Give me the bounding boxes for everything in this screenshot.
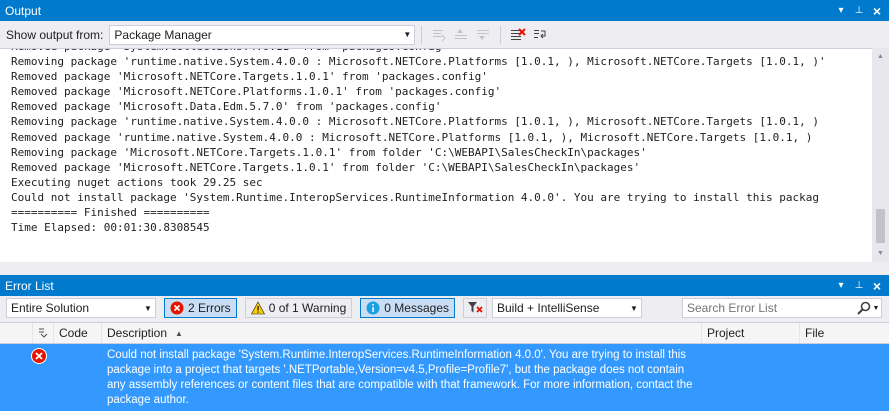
output-line: Removing package 'runtime.native.System.…: [11, 55, 826, 69]
search-input[interactable]: [683, 299, 855, 317]
chevron-down-icon: ▼: [630, 303, 638, 313]
scope-value: Entire Solution: [11, 301, 90, 315]
row-code: [54, 344, 102, 411]
error-icon: [170, 301, 184, 315]
output-line: Time Elapsed: 00:01:30.8308545: [11, 221, 210, 235]
output-line: Removed package 'Microsoft.NETCore.Targe…: [11, 160, 641, 174]
build-intellisense-value: Build + IntelliSense: [497, 301, 600, 315]
scope-dropdown[interactable]: Entire Solution ▼: [6, 298, 156, 318]
output-vertical-scrollbar[interactable]: ▲ ▼: [872, 48, 889, 262]
window-dropdown-icon[interactable]: ▾: [833, 278, 849, 294]
errors-filter-button[interactable]: 2 Errors: [164, 298, 237, 318]
chevron-down-icon: ▼: [403, 30, 412, 39]
filter-icon: [467, 301, 483, 315]
previous-message-icon[interactable]: [450, 25, 472, 45]
column-header-category-icon[interactable]: [33, 323, 54, 343]
output-line: Executing nuget actions took 29.25 sec: [11, 175, 263, 189]
error-list-toolbar: Entire Solution ▼ 2 Errors 0 of 1 Warnin…: [0, 296, 889, 320]
output-line: Removing package 'runtime.native.System.…: [11, 115, 819, 129]
output-line: Removed package 'runtime.native.System.4…: [11, 130, 813, 144]
search-icon[interactable]: ▼: [855, 301, 881, 315]
output-line: ========== Finished ==========: [11, 206, 210, 220]
column-header-description[interactable]: Description ▲: [102, 323, 702, 343]
scroll-down-arrow-icon[interactable]: ▼: [872, 245, 889, 262]
output-log-text: Removed package 'System.Collections.4.0.…: [0, 49, 872, 235]
output-line: Removing package 'Microsoft.NETCore.Targ…: [11, 145, 647, 159]
output-line: Removed package 'Microsoft.NETCore.Platf…: [11, 85, 502, 99]
info-icon: [366, 301, 380, 315]
search-error-list-box[interactable]: ▼: [682, 298, 882, 318]
show-output-from-label: Show output from:: [6, 27, 104, 42]
output-line: Removed package 'Microsoft.Data.Edm.5.7.…: [11, 100, 442, 114]
errors-count-label: 2 Errors: [188, 301, 231, 315]
output-toolbar: Show output from: Package Manager ▼: [0, 21, 889, 48]
output-horizontal-scrollbar[interactable]: [0, 262, 889, 272]
output-source-dropdown[interactable]: Package Manager ▼: [109, 24, 416, 45]
pin-icon[interactable]: ⊥: [851, 3, 867, 19]
scroll-up-arrow-icon[interactable]: ▲: [872, 48, 889, 65]
scrollbar-thumb[interactable]: [876, 209, 885, 243]
output-source-value: Package Manager: [114, 27, 212, 42]
warnings-count-label: 0 of 1 Warning: [268, 301, 347, 315]
table-row[interactable]: Could not install package 'System.Runtim…: [0, 344, 889, 411]
pin-icon[interactable]: ⊥: [851, 278, 867, 294]
next-message-icon[interactable]: [472, 25, 494, 45]
error-list-window-buttons: ▾ ⊥ ×: [831, 275, 889, 296]
sort-ascending-icon: ▲: [175, 328, 183, 338]
error-list-title-bar: Error List ▾ ⊥ ×: [0, 275, 889, 296]
filter-toggle-button[interactable]: [463, 298, 487, 318]
column-header-icon[interactable]: [0, 323, 33, 343]
build-intellisense-dropdown[interactable]: Build + IntelliSense ▼: [492, 298, 642, 318]
warning-icon: [250, 301, 265, 315]
window-dropdown-icon[interactable]: ▾: [833, 3, 849, 19]
column-header-description-label: Description: [107, 326, 168, 340]
output-line: Could not install package 'System.Runtim…: [11, 190, 819, 204]
output-line: Removed package 'Microsoft.NETCore.Targe…: [11, 70, 488, 84]
messages-count-label: 0 Messages: [384, 301, 449, 315]
messages-filter-button[interactable]: 0 Messages: [360, 298, 455, 318]
toolbar-separator: [500, 25, 502, 44]
find-message-in-code-icon[interactable]: [428, 25, 450, 45]
column-header-file[interactable]: File: [800, 323, 889, 343]
warnings-filter-button[interactable]: 0 of 1 Warning: [244, 298, 353, 318]
output-pane-title: Output: [5, 3, 42, 18]
close-icon[interactable]: ×: [869, 278, 885, 294]
chevron-down-icon: ▼: [144, 303, 152, 313]
error-list-column-header: Code Description ▲ Project File: [0, 322, 889, 344]
toggle-word-wrap-icon[interactable]: [529, 25, 551, 45]
output-pane-title-bar: Output ▾ ⊥ ×: [0, 0, 889, 21]
row-description: Could not install package 'System.Runtim…: [107, 349, 693, 406]
column-header-code[interactable]: Code: [54, 323, 102, 343]
output-window-buttons: ▾ ⊥ ×: [831, 0, 889, 21]
close-icon[interactable]: ×: [869, 3, 885, 19]
toolbar-separator: [421, 25, 423, 44]
error-list-title: Error List: [5, 278, 54, 293]
output-text-area[interactable]: Removed package 'System.Collections.4.0.…: [0, 48, 872, 262]
column-header-project[interactable]: Project: [702, 323, 800, 343]
error-icon: [0, 344, 54, 411]
clear-all-icon[interactable]: [507, 25, 529, 45]
